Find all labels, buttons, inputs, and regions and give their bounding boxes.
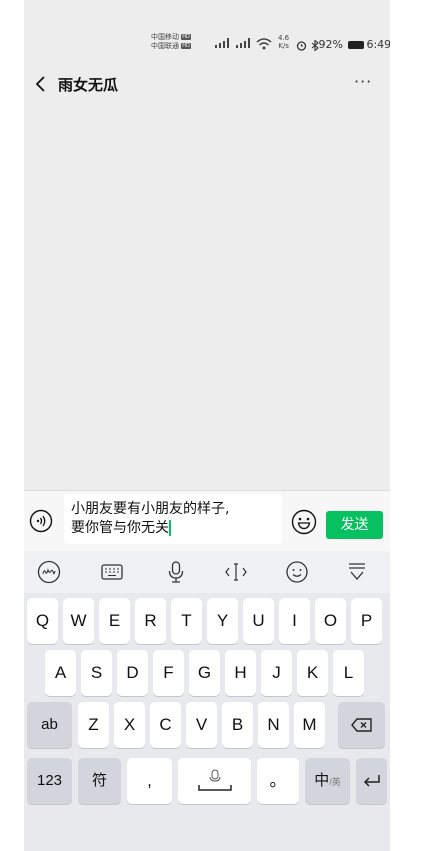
net-speed-unit: K/s [278,42,289,50]
key-a[interactable]: A [45,650,76,696]
chevron-left-icon[interactable] [32,72,50,96]
collapse-keyboard-icon[interactable] [345,560,369,584]
net-speed: 4.6 K/s [278,34,289,50]
key-y[interactable]: Y [207,598,238,644]
more-dots-icon[interactable]: ··· [354,72,378,94]
handwriting-icon[interactable] [37,560,61,584]
key-h[interactable]: H [225,650,256,696]
keyboard-toolbar [24,551,390,593]
key-t[interactable]: T [171,598,202,644]
key-i[interactable]: I [279,598,310,644]
keyboard-icon[interactable] [100,560,124,584]
enter-key[interactable] [356,758,387,804]
key-e[interactable]: E [99,598,130,644]
space-mic-icon [197,769,232,791]
status-time: 6:49 [366,38,390,51]
voice-icon[interactable] [29,509,53,533]
key-g[interactable]: G [189,650,220,696]
cursor-move-icon[interactable] [224,560,248,584]
carrier-1: 中国移动 [151,33,179,41]
chat-header: 雨女无瓜 ··· [24,64,390,104]
key-b[interactable]: B [222,702,253,748]
wifi-icon [256,38,272,50]
key-q[interactable]: Q [27,598,58,644]
language-sub-label: /英 [329,777,341,787]
key-k[interactable]: K [297,650,328,696]
key-o[interactable]: O [315,598,346,644]
backspace-key[interactable] [338,702,385,748]
carrier-info: 中国移动 HD 中国联通 HD [151,33,211,51]
key-c[interactable]: C [150,702,181,748]
key-v[interactable]: V [186,702,217,748]
text-caret [169,520,171,536]
key-j[interactable]: J [261,650,292,696]
signal-icon [215,38,229,48]
signal-icon [236,38,250,48]
message-line-2: 要你管与你无关 [71,520,169,536]
comma-key[interactable]: , [127,758,172,804]
key-d[interactable]: D [117,650,148,696]
space-key[interactable] [178,758,251,804]
net-speed-value: 4.6 [278,34,290,42]
key-l[interactable]: L [333,650,364,696]
language-switch-key[interactable]: 中/英 [305,758,350,804]
language-label: 中 [314,772,330,789]
shift-key[interactable]: ab [27,702,72,748]
alarm-icon [296,40,307,51]
message-line-1: 小朋友要有小朋友的样子, [71,501,230,517]
key-n[interactable]: N [258,702,289,748]
key-s[interactable]: S [81,650,112,696]
key-f[interactable]: F [153,650,184,696]
chat-input-bar: 小朋友要有小朋友的样子, 要你管与你无关 发送 [24,490,390,551]
send-button[interactable]: 发送 [326,511,383,539]
key-w[interactable]: W [63,598,94,644]
battery-icon [348,41,365,49]
chat-messages-area[interactable] [24,104,390,490]
key-u[interactable]: U [243,598,274,644]
chat-title: 雨女无瓜 [58,76,119,94]
status-bar: 中国移动 HD 中国联通 HD 4.6 K/s 92% 6:49 [24,0,390,62]
microphone-icon[interactable] [164,560,188,584]
battery-percent: 92% [318,38,343,51]
key-p[interactable]: P [351,598,382,644]
symbols-key[interactable]: 符 [78,758,121,804]
message-input[interactable]: 小朋友要有小朋友的样子, 要你管与你无关 [64,494,282,544]
carrier-2: 中国联通 [151,42,179,50]
bluetooth-icon [311,38,319,52]
hd-badge: HD [181,34,191,40]
key-m[interactable]: M [294,702,325,748]
backspace-icon [350,718,372,732]
emoji-icon[interactable] [291,509,317,535]
key-z[interactable]: Z [78,702,109,748]
hd-badge: HD [181,43,191,49]
message-input-text: 小朋友要有小朋友的样子, 要你管与你无关 [71,500,279,538]
status-right: 92% 6:49 [296,38,390,52]
key-r[interactable]: R [135,598,166,644]
numbers-key[interactable]: 123 [27,758,72,804]
enter-icon [363,775,380,787]
period-key[interactable]: 。 [257,758,299,804]
keyboard: QWERTYUIOP ASDFGHJKL ZXCVBNM ab 123 符 , … [24,593,390,851]
emoji-icon[interactable] [285,560,309,584]
key-x[interactable]: X [114,702,145,748]
phone-screen: 中国移动 HD 中国联通 HD 4.6 K/s 92% 6:49 雨女无瓜 ··… [24,0,390,851]
